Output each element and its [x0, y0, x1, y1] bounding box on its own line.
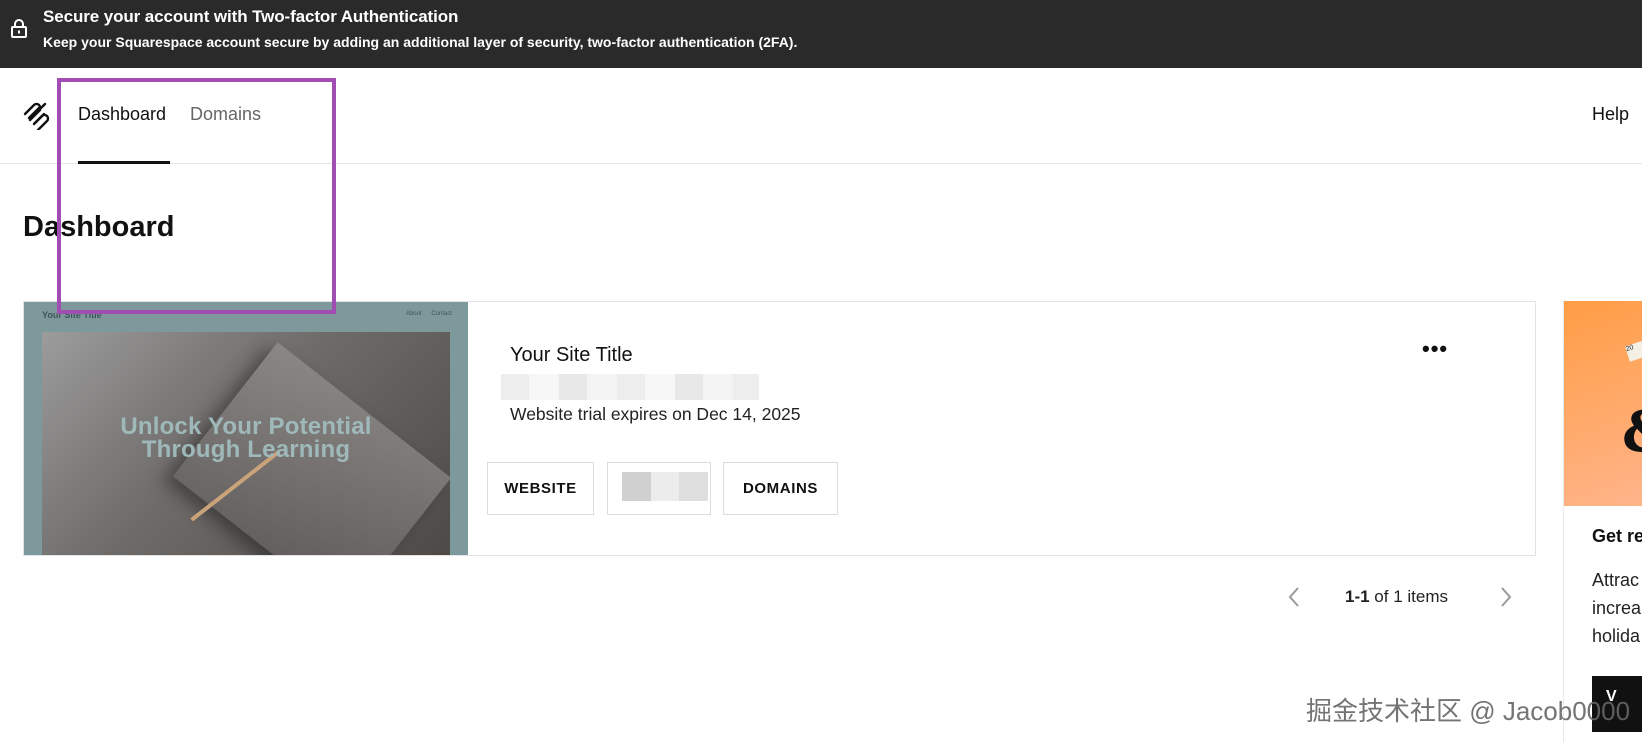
website-button[interactable]: WEBSITE	[487, 462, 594, 515]
thumbnail-headline-line1: Unlock Your Potential	[120, 413, 372, 440]
banner-subtitle: Keep your Squarespace account secure by …	[43, 34, 798, 50]
site-thumbnail[interactable]: Your Site Title About Contact Unlock You…	[24, 302, 468, 555]
thumbnail-headline: Unlock Your Potential Through Learning	[24, 413, 468, 463]
thumbnail-headline-line2: Through Learning	[141, 436, 351, 463]
promo-title: Get re	[1592, 526, 1642, 546]
two-factor-banner[interactable]: Secure your account with Two-factor Auth…	[0, 0, 1642, 68]
promo-image: 20 &	[1564, 301, 1642, 506]
pagination-range: 1-1	[1345, 587, 1370, 606]
site-card: Your Site Title About Contact Unlock You…	[23, 301, 1536, 556]
redacted-button-label	[622, 472, 708, 501]
pagination-suffix: of 1 items	[1369, 587, 1448, 606]
thumbnail-nav: About Contact	[398, 311, 452, 317]
thumbnail-nav-about: About	[405, 311, 422, 317]
site-url-redacted	[501, 374, 759, 400]
chevron-left-icon[interactable]	[1284, 584, 1304, 610]
promo-body-line1: Attrac	[1592, 570, 1640, 590]
site-title[interactable]: Your Site Title	[510, 344, 633, 367]
watermark-text: 掘金技术社区 @ Jacob0000	[1306, 696, 1631, 726]
squarespace-logo[interactable]	[22, 102, 52, 130]
promo-body-line2: increa	[1592, 598, 1642, 618]
promo-body: Attrac increa holida	[1592, 566, 1641, 650]
more-options-button[interactable]: •••	[1422, 336, 1448, 362]
redacted-button[interactable]	[607, 462, 711, 515]
trial-expiry-text: Website trial expires on Dec 14, 2025	[510, 404, 801, 424]
help-link[interactable]: Help	[1592, 104, 1642, 125]
chevron-right-icon[interactable]	[1496, 584, 1516, 610]
pagination-status: 1-1 of 1 items	[1345, 587, 1448, 607]
promo-image-tag: 20	[1625, 340, 1642, 362]
thumbnail-nav-contact: Contact	[431, 311, 452, 317]
promo-card: 20 & Get re Attrac increa holida V	[1563, 301, 1642, 742]
domains-button[interactable]: DOMAINS	[723, 462, 838, 515]
highlight-box	[57, 78, 336, 314]
banner-title: Secure your account with Two-factor Auth…	[43, 7, 459, 26]
promo-image-ampersand: &	[1622, 399, 1642, 465]
promo-body-line3: holida	[1592, 626, 1641, 646]
lock-icon	[11, 19, 27, 38]
